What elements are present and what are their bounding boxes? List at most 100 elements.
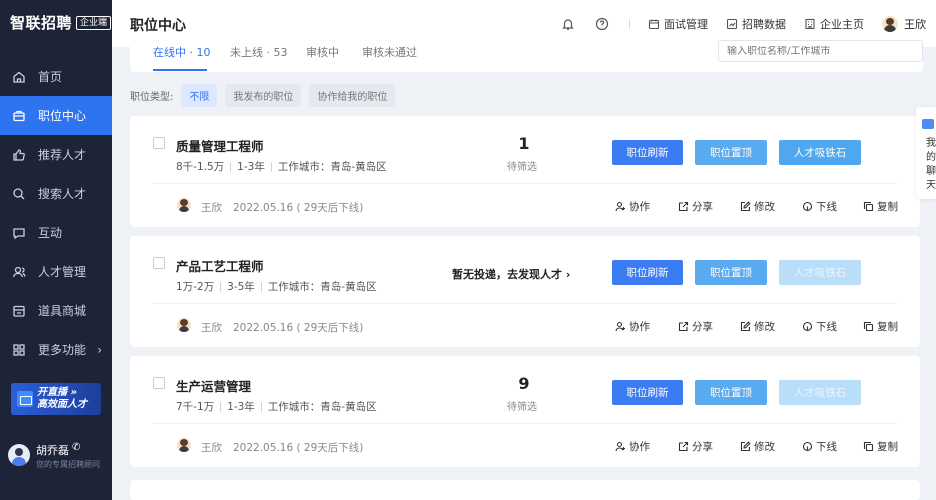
job-status-tabs: 在线中 · 10 未上线 · 53 审核中 审核未通过 — [130, 40, 923, 72]
header-divider — [629, 18, 630, 29]
help-icon[interactable] — [595, 17, 609, 31]
interview-management-link[interactable]: 面试管理 — [648, 16, 708, 32]
copy-action[interactable]: 复制 — [863, 439, 898, 454]
job-search-input[interactable] — [727, 45, 912, 57]
edit-action[interactable]: 修改 — [740, 199, 775, 214]
filter-chip-all[interactable]: 不限 — [181, 84, 218, 107]
share-action[interactable]: 分享 — [678, 199, 713, 214]
tab-review-failed[interactable]: 审核未通过 — [362, 44, 417, 60]
pin-job-button[interactable]: 职位置顶 — [695, 380, 767, 405]
brand-name: 智联招聘 — [10, 14, 73, 32]
poster-avatar — [177, 198, 191, 212]
chevron-right-icon: › — [97, 342, 102, 357]
pending-count[interactable]: 9 — [518, 374, 530, 393]
bell-icon[interactable] — [561, 17, 575, 31]
pin-job-button[interactable]: 职位置顶 — [695, 140, 767, 165]
share-action[interactable]: 分享 — [678, 319, 713, 334]
edit-icon — [740, 321, 751, 332]
talent-magnet-button[interactable]: 人才吸铁石 — [779, 140, 861, 165]
poster-name: 王欣 — [201, 322, 222, 334]
sidebar-item-job-center[interactable]: 职位中心 — [0, 96, 112, 135]
job-title[interactable]: 质量管理工程师 — [176, 136, 264, 155]
chat-float-button[interactable]: 我的聊天 — [916, 107, 936, 199]
poster-avatar — [177, 438, 191, 452]
refresh-job-button[interactable]: 职位刷新 — [612, 140, 683, 165]
company-home-link[interactable]: 企业主页 — [804, 16, 864, 32]
phone-icon[interactable]: ✆ — [72, 442, 80, 453]
collab-action[interactable]: 协作 — [615, 319, 650, 334]
share-action[interactable]: 分享 — [678, 439, 713, 454]
offline-action[interactable]: 下线 — [802, 199, 837, 214]
calendar-icon — [648, 19, 660, 29]
offline-icon — [802, 441, 813, 452]
user-plus-icon — [615, 321, 625, 332]
pending-count[interactable]: 1 — [518, 134, 530, 153]
sidebar-item-store[interactable]: 道具商城 — [0, 291, 112, 330]
job-card-partial — [130, 480, 920, 500]
sidebar-item-home[interactable]: 首页 — [0, 57, 112, 96]
sidebar-item-label: 更多功能 — [38, 343, 87, 357]
job-experience: 1-3年 — [227, 401, 255, 413]
job-city: 工作城市：青岛-黄岛区 — [267, 281, 377, 293]
company-home-label: 企业主页 — [820, 17, 864, 31]
job-experience: 3-5年 — [227, 281, 255, 293]
tab-not-online[interactable]: 未上线 · 53 — [230, 44, 288, 60]
edit-action[interactable]: 修改 — [740, 439, 775, 454]
sidebar-item-search[interactable]: 搜索人才 — [0, 174, 112, 213]
talent-magnet-button: 人才吸铁石 — [779, 260, 861, 285]
post-date: 2022.05.16 ( 29天后下线) — [233, 322, 364, 334]
offline-action[interactable]: 下线 — [802, 439, 837, 454]
sidebar-item-talent[interactable]: 人才管理 — [0, 252, 112, 291]
job-checkbox[interactable] — [153, 257, 165, 269]
brand-badge: 企业端 — [76, 15, 112, 30]
sidebar-item-label: 职位中心 — [38, 109, 87, 123]
copy-action[interactable]: 复制 — [863, 199, 898, 214]
collab-action[interactable]: 协作 — [615, 199, 650, 214]
sidebar-item-more[interactable]: 更多功能 › — [0, 330, 112, 369]
card-divider — [153, 303, 897, 304]
live-stream-banner[interactable]: 开直播 » 高效面人才 — [11, 383, 101, 415]
advisor-avatar — [8, 444, 30, 466]
job-salary: 7千-1万 — [176, 401, 215, 413]
interview-management-label: 面试管理 — [664, 17, 708, 31]
chart-icon — [726, 18, 738, 29]
sidebar-item-interact[interactable]: 互动 — [0, 213, 112, 252]
edit-icon — [740, 201, 751, 212]
tab-reviewing[interactable]: 审核中 — [306, 44, 339, 60]
advisor-subtitle: 您的专属招聘顾问 — [36, 460, 100, 469]
card-divider — [153, 423, 897, 424]
tab-online[interactable]: 在线中 · 10 — [153, 44, 211, 60]
building-icon — [805, 18, 815, 29]
filter-chip-collab[interactable]: 协作给我的职位 — [309, 84, 396, 107]
sidebar-item-label: 互动 — [38, 226, 63, 240]
pin-job-button[interactable]: 职位置顶 — [695, 260, 767, 285]
refresh-job-button[interactable]: 职位刷新 — [612, 260, 683, 285]
live-banner-line2: 高效面人才 — [37, 399, 87, 410]
user-menu[interactable]: 王欣 — [882, 15, 926, 32]
brand-logo[interactable]: 智联招聘 企业端 — [10, 12, 112, 33]
advisor-name: 胡乔磊 — [36, 444, 69, 457]
job-checkbox[interactable] — [153, 137, 165, 149]
job-checkbox[interactable] — [153, 377, 165, 389]
active-tab-indicator — [153, 69, 207, 71]
chat-float-label: 我的聊天 — [926, 138, 936, 191]
sidebar-item-label: 推荐人才 — [38, 148, 87, 162]
post-date: 2022.05.16 ( 29天后下线) — [233, 202, 364, 214]
edit-action[interactable]: 修改 — [740, 319, 775, 334]
offline-action[interactable]: 下线 — [802, 319, 837, 334]
job-city: 工作城市：青岛-黄岛区 — [277, 161, 387, 173]
collab-action[interactable]: 协作 — [615, 439, 650, 454]
job-title[interactable]: 产品工艺工程师 — [176, 256, 264, 275]
copy-action[interactable]: 复制 — [863, 319, 898, 334]
recruit-data-link[interactable]: 招聘数据 — [726, 16, 786, 32]
job-title[interactable]: 生产运营管理 — [176, 376, 251, 395]
share-icon — [678, 321, 689, 332]
refresh-job-button[interactable]: 职位刷新 — [612, 380, 683, 405]
user-plus-icon — [615, 441, 625, 452]
advisor-card[interactable]: 胡乔磊 ✆ 您的专属招聘顾问 — [8, 440, 108, 480]
job-meta: 1万-2万 3-5年 工作城市：青岛-黄岛区 — [176, 279, 377, 294]
discover-talent-link[interactable]: 暂无投递，去发现人才 › — [452, 266, 570, 282]
filter-chip-mine[interactable]: 我发布的职位 — [225, 84, 302, 107]
sidebar-item-recommend[interactable]: 推荐人才 — [0, 135, 112, 174]
user-plus-icon — [615, 201, 625, 212]
